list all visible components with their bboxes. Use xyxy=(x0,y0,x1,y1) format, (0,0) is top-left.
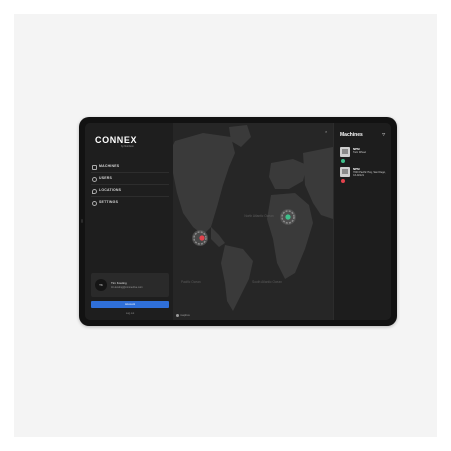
landmass-africa xyxy=(267,193,313,279)
sidebar-item-locations[interactable]: LOCATIONS xyxy=(91,185,169,197)
landmass-south-america xyxy=(221,245,253,311)
logout-link[interactable]: Log out xyxy=(91,312,169,315)
ocean-label-north-atlantic: North Atlantic Ocean xyxy=(244,214,273,218)
sidebar-item-machines[interactable]: MACHINES xyxy=(91,161,169,173)
sidebar: CONNEX by Nordson MACHINES USERS LOCATIO… xyxy=(85,123,174,320)
status-dot xyxy=(341,179,345,183)
landmass-central-america xyxy=(211,227,225,247)
machines-panel: Machines ⛛ NPM Twin Wheel NPM 7000 Pacif… xyxy=(333,123,391,320)
tablet-camera xyxy=(81,219,83,223)
close-icon[interactable]: × xyxy=(325,129,327,134)
mapbox-label: mapbox xyxy=(180,313,190,317)
tablet-frame: CONNEX by Nordson MACHINES USERS LOCATIO… xyxy=(79,117,397,326)
account-button[interactable]: Account xyxy=(91,301,169,308)
mapbox-attribution: mapbox xyxy=(176,313,190,317)
filter-icon[interactable]: ⛛ xyxy=(382,132,387,137)
machine-thumbnail xyxy=(340,167,350,177)
gear-icon xyxy=(92,201,97,206)
sidebar-item-label: LOCATIONS xyxy=(99,188,122,192)
ocean-label-south-atlantic: South Atlantic Ocean xyxy=(252,280,282,284)
user-email: tim.kosting@connexlive.com xyxy=(111,286,143,289)
mapbox-icon xyxy=(176,313,179,317)
user-card: TK Tim Kosting tim.kosting@connexlive.co… xyxy=(91,273,169,297)
machine-location: 7000 Pacific Hwy, San Diego, CA 92121 xyxy=(353,171,386,177)
machine-icon xyxy=(92,165,97,170)
machine-thumbnail xyxy=(340,147,350,157)
map-cluster-west[interactable] xyxy=(192,230,208,246)
machine-list-item[interactable]: NPM 7000 Pacific Hwy, San Diego, CA 9212… xyxy=(340,167,386,185)
sidebar-item-label: SETTINGS xyxy=(99,200,119,204)
avatar: TK xyxy=(95,279,107,291)
panel-title: Machines xyxy=(340,132,363,138)
machine-location: Twin Wheel xyxy=(353,151,366,154)
sidebar-nav: MACHINES USERS LOCATIONS SETTINGS xyxy=(91,161,169,208)
map-canvas: North Atlantic Ocean South Atlantic Ocea… xyxy=(173,125,333,311)
user-icon xyxy=(92,177,97,182)
world-map[interactable]: North Atlantic Ocean South Atlantic Ocea… xyxy=(173,123,333,320)
map-cluster-europe[interactable] xyxy=(280,209,296,225)
sidebar-item-label: MACHINES xyxy=(99,164,120,168)
user-name: Tim Kosting xyxy=(111,281,127,285)
connex-logo: CONNEX xyxy=(95,135,138,145)
sidebar-item-label: USERS xyxy=(99,176,113,180)
app-screen: CONNEX by Nordson MACHINES USERS LOCATIO… xyxy=(85,123,391,320)
sidebar-item-settings[interactable]: SETTINGS xyxy=(91,197,169,208)
landmass-north-america xyxy=(173,133,235,235)
location-icon xyxy=(92,189,97,194)
logo-subtitle: by Nordson xyxy=(121,145,134,148)
machine-list-item[interactable]: NPM Twin Wheel xyxy=(340,147,386,163)
sidebar-item-users[interactable]: USERS xyxy=(91,173,169,185)
landmass-europe xyxy=(269,159,307,189)
status-dot xyxy=(341,159,345,163)
ocean-label-pacific: Pacific Ocean xyxy=(181,280,201,284)
